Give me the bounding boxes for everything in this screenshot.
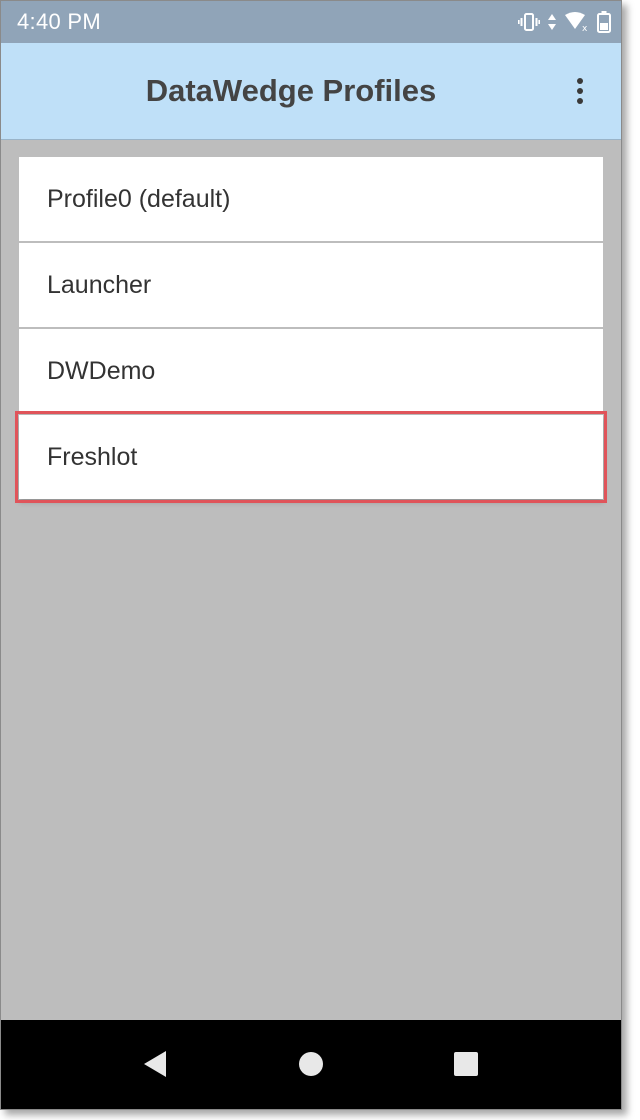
vibrate-icon bbox=[518, 13, 540, 31]
profile-item-profile0[interactable]: Profile0 (default) bbox=[19, 157, 603, 241]
wifi-icon: x bbox=[564, 12, 590, 32]
home-icon[interactable] bbox=[289, 1042, 333, 1086]
profile-item-label: Launcher bbox=[47, 271, 152, 299]
data-arrows-icon bbox=[547, 13, 557, 31]
profile-item-label: Freshlot bbox=[47, 443, 138, 471]
menu-dot bbox=[577, 88, 583, 94]
profile-item-freshlot[interactable]: Freshlot bbox=[15, 411, 607, 503]
more-vert-icon[interactable] bbox=[565, 71, 595, 111]
app-bar: DataWedge Profiles bbox=[1, 43, 621, 140]
device-screen: 4:40 PM x DataWedge Profiles Profile0 (d… bbox=[0, 0, 622, 1110]
profile-item-label: Profile0 (default) bbox=[47, 185, 231, 213]
profile-item-launcher[interactable]: Launcher bbox=[19, 243, 603, 327]
menu-dot bbox=[577, 98, 583, 104]
back-icon[interactable] bbox=[133, 1042, 177, 1086]
status-icons: x bbox=[518, 10, 611, 34]
navigation-bar bbox=[1, 1020, 621, 1109]
menu-dot bbox=[577, 78, 583, 84]
recents-icon[interactable] bbox=[444, 1042, 488, 1086]
page-title: DataWedge Profiles bbox=[145, 73, 437, 108]
status-time: 4:40 PM bbox=[17, 9, 102, 34]
status-bar: 4:40 PM x bbox=[1, 1, 621, 43]
svg-text:x: x bbox=[582, 24, 588, 32]
profile-item-dwdemo[interactable]: DWDemo bbox=[19, 329, 603, 413]
profiles-content: Profile0 (default) Launcher DWDemo Fresh… bbox=[1, 140, 621, 1020]
profile-list: Profile0 (default) Launcher DWDemo Fresh… bbox=[15, 157, 607, 503]
profile-item-label: DWDemo bbox=[47, 357, 156, 385]
battery-icon bbox=[597, 11, 611, 33]
